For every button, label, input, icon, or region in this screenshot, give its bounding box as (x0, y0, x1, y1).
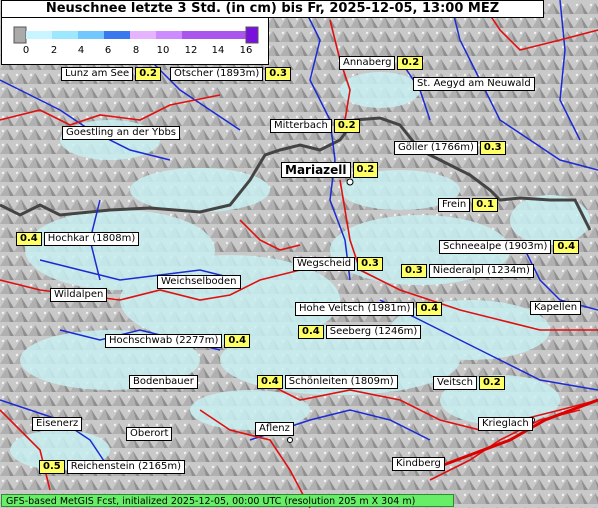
snow-value: 0.3 (479, 141, 506, 155)
snow-value: 0.2 (135, 67, 161, 81)
snow-value: 0.2 (478, 376, 505, 390)
place-label-veitsch[interactable]: Veitsch 0.2 (433, 376, 505, 390)
place-name: Veitsch (433, 376, 477, 390)
place-label-weichselboden[interactable]: Weichselboden (157, 275, 241, 289)
snow-value: 0.5 (39, 460, 65, 474)
place-label-annaberg[interactable]: Annaberg 0.2 (339, 56, 424, 70)
place-name: Bodenbauer (129, 375, 198, 389)
place-name: Oberort (126, 427, 173, 441)
snow-value: 0.4 (553, 240, 580, 254)
place-name: Hochkar (1808m) (43, 232, 140, 246)
legend-tick: 16 (239, 45, 253, 56)
place-name: Hochschwab (2277m) (105, 334, 223, 348)
place-label-aegyd[interactable]: St. Aegyd am Neuwald (413, 77, 535, 91)
place-label-bodenbauer[interactable]: Bodenbauer (129, 375, 198, 389)
place-name: Göller (1766m) (394, 141, 478, 155)
place-label-seeberg[interactable]: Seeberg (1246m) 0.4 (298, 325, 422, 339)
snow-value: 0.3 (401, 264, 427, 278)
place-label-kindberg[interactable]: Kindberg (392, 457, 445, 471)
place-name: Goestling an der Ybbs (62, 126, 181, 140)
place-label-oberort[interactable]: Oberort (126, 427, 173, 441)
legend-colorbar (13, 26, 259, 44)
place-label-aflenz[interactable]: Aflenz (255, 422, 294, 436)
place-label-niederalpl[interactable]: Niederalpl (1234m) 0.3 (401, 264, 534, 278)
legend-tick: 10 (156, 45, 170, 56)
place-name: Aflenz (255, 422, 294, 436)
place-label-krieglach[interactable]: Krieglach (478, 417, 533, 431)
place-name: Kindberg (392, 457, 445, 471)
place-name: Hohe Veitsch (1981m) (295, 302, 415, 316)
place-name: Reichenstein (2165m) (66, 460, 186, 474)
place-name: Lunz am See (61, 67, 134, 81)
place-name: Eisenerz (32, 417, 83, 431)
legend: 0 2 4 6 8 10 12 14 16 (1, 17, 269, 65)
place-label-goeller[interactable]: Göller (1766m) 0.3 (394, 141, 506, 155)
place-name: Annaberg (339, 56, 396, 70)
place-label-hoheveitsch[interactable]: Hohe Veitsch (1981m) 0.4 (295, 302, 443, 316)
place-name: Ötscher (1893m) (170, 67, 264, 81)
place-name: Kapellen (530, 301, 582, 315)
legend-tick: 2 (50, 45, 58, 56)
place-name: Niederalpl (1234m) (428, 264, 534, 278)
place-name: Frein (438, 198, 471, 212)
snow-value: 0.3 (357, 257, 383, 271)
place-label-schoenleiten[interactable]: Schönleiten (1809m) 0.4 (257, 375, 398, 389)
place-label-mariazell[interactable]: Mariazell 0.2 (281, 162, 379, 178)
place-name: Weichselboden (157, 275, 241, 289)
place-name: Wildalpen (50, 288, 108, 302)
place-label-kapellen[interactable]: Kapellen (530, 301, 582, 315)
legend-tick: 6 (104, 45, 112, 56)
snow-value: 0.2 (397, 56, 424, 70)
place-name: Mitterbach (270, 119, 332, 133)
snow-value: 0.4 (16, 232, 42, 246)
legend-tick: 4 (77, 45, 85, 56)
snow-value: 0.4 (416, 302, 443, 316)
place-label-hochschwab[interactable]: Hochschwab (2277m) 0.4 (105, 334, 251, 348)
place-name: Schönleiten (1809m) (284, 375, 398, 389)
snow-value: 0.2 (352, 162, 379, 178)
snow-value: 0.3 (265, 67, 291, 81)
place-label-reichenstein[interactable]: Reichenstein (2165m) 0.5 (39, 460, 186, 474)
snow-value: 0.1 (472, 198, 498, 212)
place-label-lunz[interactable]: Lunz am See 0.2 (61, 67, 161, 81)
map-title: Neuschnee letzte 3 Std. (in cm) bis Fr, … (1, 0, 544, 18)
place-label-schneealpe[interactable]: Schneealpe (1903m) 0.4 (439, 240, 580, 254)
snow-value: 0.4 (224, 334, 251, 348)
place-name: Wegscheid (293, 257, 356, 271)
place-name: St. Aegyd am Neuwald (413, 77, 535, 91)
place-label-wegscheid[interactable]: Wegscheid 0.3 (293, 257, 383, 271)
place-name: Krieglach (478, 417, 533, 431)
model-info-footer: GFS-based MetGIS Fcst, initialized 2025-… (1, 494, 454, 507)
place-label-eisenerz[interactable]: Eisenerz (32, 417, 83, 431)
snow-value: 0.4 (257, 375, 283, 389)
place-label-frein[interactable]: Frein 0.1 (438, 198, 498, 212)
place-label-oetscher[interactable]: Ötscher (1893m) 0.3 (170, 67, 291, 81)
legend-tick: 8 (132, 45, 140, 56)
snow-value: 0.2 (333, 119, 360, 133)
place-name: Schneealpe (1903m) (439, 240, 552, 254)
place-label-wildalpen[interactable]: Wildalpen (50, 288, 108, 302)
snow-value: 0.4 (298, 325, 324, 339)
place-name: Mariazell (281, 162, 351, 178)
legend-tick: 14 (211, 45, 225, 56)
place-label-hochkar[interactable]: Hochkar (1808m) 0.4 (16, 232, 140, 246)
place-name: Seeberg (1246m) (325, 325, 422, 339)
legend-tick: 0 (22, 45, 30, 56)
place-label-goestling[interactable]: Goestling an der Ybbs (62, 126, 181, 140)
place-label-mitterbach[interactable]: Mitterbach 0.2 (270, 119, 360, 133)
legend-tick: 12 (184, 45, 198, 56)
